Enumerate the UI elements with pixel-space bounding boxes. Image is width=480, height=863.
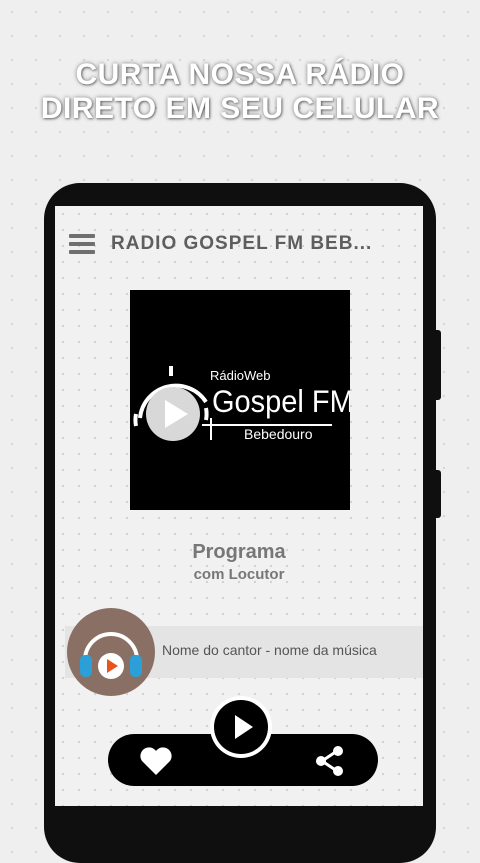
logo-top-text: RádioWeb: [210, 368, 270, 383]
heart-icon: [140, 747, 172, 775]
antenna-mark: [169, 366, 173, 376]
cross-icon: [210, 418, 212, 440]
hamburger-menu-icon[interactable]: [69, 234, 95, 254]
headphones-icon: [80, 632, 142, 679]
phone-side-button: [435, 470, 441, 518]
station-logo: RádioWeb Gospel FM Bebedouro: [130, 290, 354, 510]
promo-line-1: CURTA NOSSA RÁDIO: [75, 58, 405, 91]
app-title: RADIO GOSPEL FM BEB...: [111, 233, 373, 254]
phone-side-button: [435, 330, 441, 400]
app-bar: RADIO GOSPEL FM BEB...: [55, 206, 423, 282]
favorite-button[interactable]: [139, 746, 173, 776]
share-button[interactable]: [315, 745, 345, 777]
logo-sub-text: Bebedouro: [244, 426, 313, 442]
album-art-disc: [67, 608, 155, 696]
logo-main-text: Gospel FM: [212, 385, 350, 419]
station-logo-art: RádioWeb Gospel FM Bebedouro: [133, 366, 354, 442]
play-icon: [235, 715, 253, 739]
promo-line-2: DIRETO EM SEU CELULAR: [40, 92, 440, 125]
program-title: Programa: [192, 541, 286, 563]
share-icon: [316, 746, 343, 776]
now-playing-text: Nome do cantor - nome da música: [162, 642, 377, 658]
promo-headline: CURTA NOSSA RÁDIO DIRETO EM SEU CELULAR: [0, 58, 480, 126]
app-screen: RADIO GOSPEL FM BEB... RádioWeb Gospel F…: [55, 206, 423, 806]
play-button[interactable]: [210, 696, 272, 758]
program-subtitle: com Locutor: [193, 566, 285, 583]
